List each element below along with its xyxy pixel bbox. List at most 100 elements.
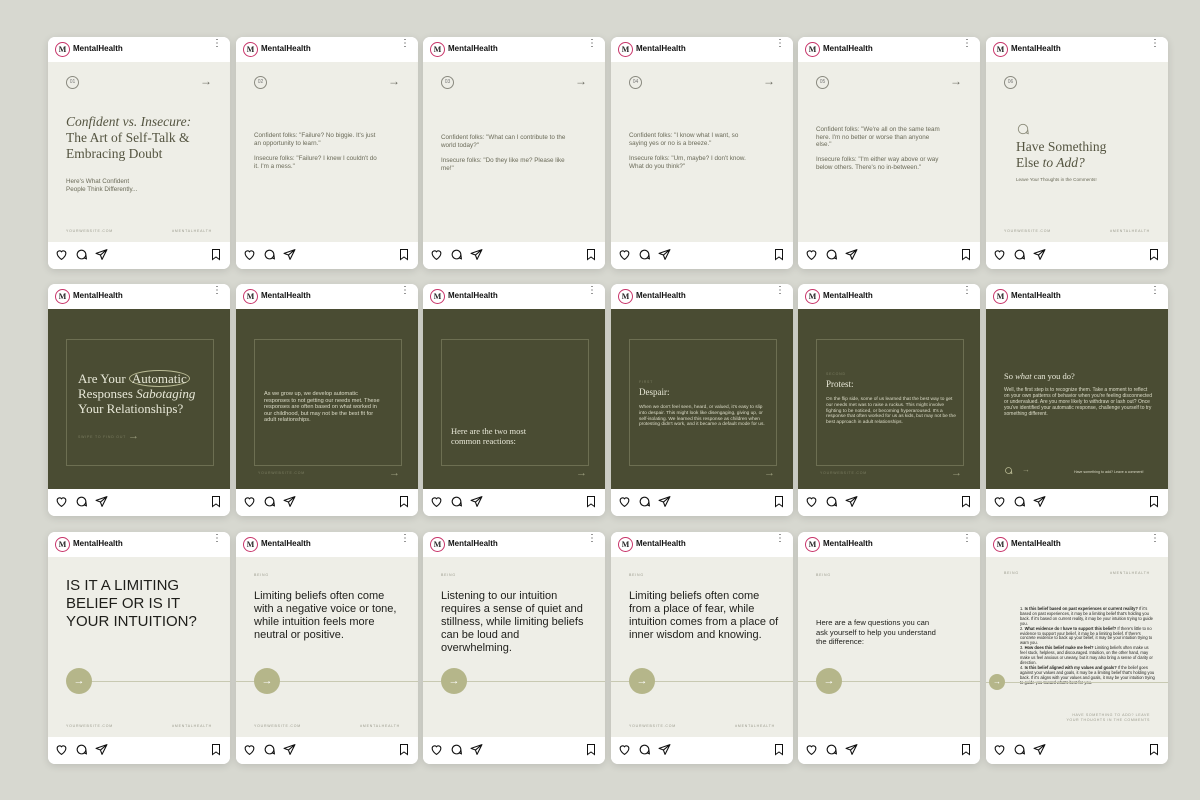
username[interactable]: MentalHealth (636, 291, 686, 300)
avatar[interactable]: M (993, 289, 1008, 304)
heart-icon[interactable] (430, 248, 443, 261)
avatar[interactable]: M (993, 42, 1008, 57)
comment-icon[interactable] (1013, 248, 1026, 261)
comment-icon[interactable] (638, 743, 651, 756)
username[interactable]: MentalHealth (448, 44, 498, 53)
more-options-icon[interactable]: ⋮ (400, 286, 410, 296)
next-arrow-button[interactable]: → (989, 674, 1005, 690)
comment-icon[interactable] (263, 743, 276, 756)
comment-icon[interactable] (75, 743, 88, 756)
heart-icon[interactable] (243, 248, 256, 261)
heart-icon[interactable] (430, 495, 443, 508)
comment-icon[interactable] (75, 495, 88, 508)
heart-icon[interactable] (618, 248, 631, 261)
comment-icon[interactable] (75, 248, 88, 261)
username[interactable]: MentalHealth (636, 539, 686, 548)
bookmark-icon[interactable] (773, 743, 785, 756)
comment-icon[interactable] (1013, 495, 1026, 508)
username[interactable]: MentalHealth (448, 539, 498, 548)
share-icon[interactable] (95, 743, 108, 756)
bookmark-icon[interactable] (398, 743, 410, 756)
bookmark-icon[interactable] (960, 248, 972, 261)
share-icon[interactable] (95, 248, 108, 261)
avatar[interactable]: M (993, 537, 1008, 552)
bookmark-icon[interactable] (210, 743, 222, 756)
username[interactable]: MentalHealth (823, 44, 873, 53)
share-icon[interactable] (845, 495, 858, 508)
avatar[interactable]: M (618, 289, 633, 304)
bookmark-icon[interactable] (398, 495, 410, 508)
bookmark-icon[interactable] (1148, 248, 1160, 261)
more-options-icon[interactable]: ⋮ (775, 534, 785, 544)
more-options-icon[interactable]: ⋮ (962, 286, 972, 296)
username[interactable]: MentalHealth (1011, 539, 1061, 548)
more-options-icon[interactable]: ⋮ (962, 534, 972, 544)
comment-icon[interactable] (450, 743, 463, 756)
username[interactable]: MentalHealth (73, 291, 123, 300)
username[interactable]: MentalHealth (823, 291, 873, 300)
avatar[interactable]: M (805, 42, 820, 57)
username[interactable]: MentalHealth (823, 539, 873, 548)
comment-icon[interactable] (263, 248, 276, 261)
comment-icon[interactable] (638, 495, 651, 508)
share-icon[interactable] (658, 248, 671, 261)
share-icon[interactable] (470, 743, 483, 756)
comment-icon[interactable] (825, 495, 838, 508)
next-arrow-button[interactable]: → (254, 668, 280, 694)
username[interactable]: MentalHealth (73, 539, 123, 548)
bookmark-icon[interactable] (585, 495, 597, 508)
more-options-icon[interactable]: ⋮ (1150, 534, 1160, 544)
avatar[interactable]: M (243, 42, 258, 57)
more-options-icon[interactable]: ⋮ (775, 286, 785, 296)
username[interactable]: MentalHealth (261, 539, 311, 548)
comment-icon[interactable] (825, 743, 838, 756)
username[interactable]: MentalHealth (261, 291, 311, 300)
heart-icon[interactable] (55, 248, 68, 261)
bookmark-icon[interactable] (960, 743, 972, 756)
more-options-icon[interactable]: ⋮ (775, 39, 785, 49)
share-icon[interactable] (470, 248, 483, 261)
comment-icon[interactable] (1013, 743, 1026, 756)
heart-icon[interactable] (993, 495, 1006, 508)
bookmark-icon[interactable] (585, 743, 597, 756)
heart-icon[interactable] (243, 495, 256, 508)
share-icon[interactable] (283, 495, 296, 508)
more-options-icon[interactable]: ⋮ (587, 534, 597, 544)
share-icon[interactable] (95, 495, 108, 508)
avatar[interactable]: M (430, 42, 445, 57)
heart-icon[interactable] (993, 743, 1006, 756)
heart-icon[interactable] (805, 248, 818, 261)
bookmark-icon[interactable] (773, 495, 785, 508)
heart-icon[interactable] (618, 495, 631, 508)
username[interactable]: MentalHealth (636, 44, 686, 53)
username[interactable]: MentalHealth (261, 44, 311, 53)
share-icon[interactable] (845, 248, 858, 261)
avatar[interactable]: M (618, 537, 633, 552)
avatar[interactable]: M (805, 537, 820, 552)
username[interactable]: MentalHealth (1011, 44, 1061, 53)
avatar[interactable]: M (243, 537, 258, 552)
more-options-icon[interactable]: ⋮ (587, 286, 597, 296)
share-icon[interactable] (658, 495, 671, 508)
heart-icon[interactable] (618, 743, 631, 756)
next-arrow-button[interactable]: → (66, 668, 92, 694)
share-icon[interactable] (1033, 495, 1046, 508)
more-options-icon[interactable]: ⋮ (212, 39, 222, 49)
avatar[interactable]: M (618, 42, 633, 57)
heart-icon[interactable] (55, 495, 68, 508)
comment-icon[interactable] (263, 495, 276, 508)
comment-icon[interactable] (450, 495, 463, 508)
share-icon[interactable] (1033, 248, 1046, 261)
avatar[interactable]: M (243, 289, 258, 304)
bookmark-icon[interactable] (1148, 495, 1160, 508)
comment-icon[interactable] (450, 248, 463, 261)
more-options-icon[interactable]: ⋮ (1150, 39, 1160, 49)
share-icon[interactable] (283, 743, 296, 756)
avatar[interactable]: M (55, 289, 70, 304)
username[interactable]: MentalHealth (1011, 291, 1061, 300)
bookmark-icon[interactable] (960, 495, 972, 508)
bookmark-icon[interactable] (773, 248, 785, 261)
comment-icon[interactable] (825, 248, 838, 261)
share-icon[interactable] (658, 743, 671, 756)
more-options-icon[interactable]: ⋮ (212, 286, 222, 296)
